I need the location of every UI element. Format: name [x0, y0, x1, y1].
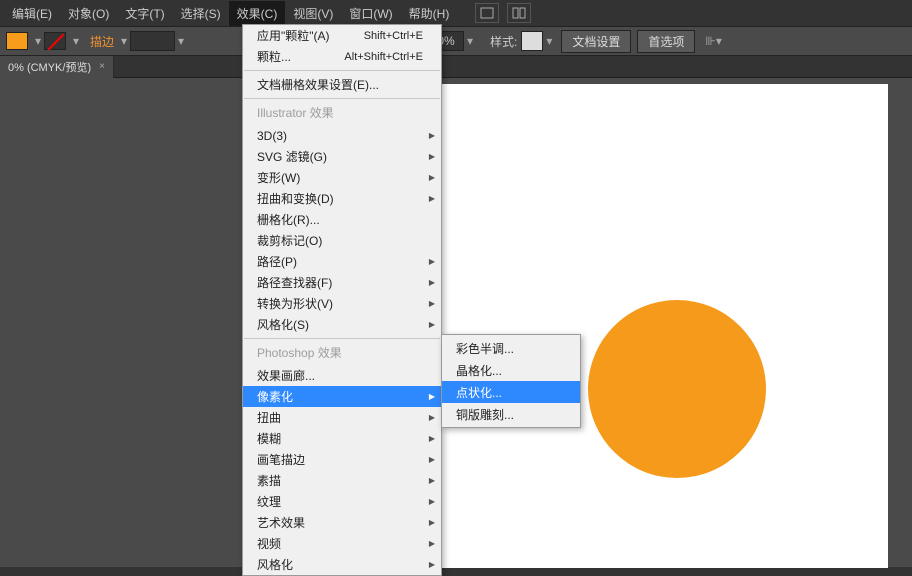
menu-pixelate[interactable]: 像素化 [243, 386, 441, 407]
prefs-button[interactable]: 首选项 [637, 30, 695, 53]
menu-separator [244, 70, 440, 71]
stroke-weight-field[interactable] [130, 31, 175, 51]
tab-title: 0% (CMYK/预览) [8, 59, 91, 75]
menu-edit[interactable]: 编辑(E) [4, 1, 60, 26]
style-label: 样式: [490, 33, 517, 50]
doc-icon[interactable] [475, 3, 499, 23]
menu-select[interactable]: 选择(S) [173, 1, 229, 26]
stroke-swatch[interactable] [44, 32, 66, 50]
menu-doc-raster[interactable]: 文档栅格效果设置(E)... [243, 74, 441, 95]
submenu-color-halftone[interactable]: 彩色半调... [442, 337, 580, 359]
menu-path[interactable]: 路径(P) [243, 251, 441, 272]
menu-svg-filters[interactable]: SVG 滤镜(G) [243, 146, 441, 167]
style-dd-icon[interactable]: ▾ [543, 34, 555, 48]
menu-effect[interactable]: 效果(C) [229, 1, 286, 26]
menu-last-effect-shortcut: Alt+Shift+Ctrl+E [344, 51, 423, 63]
menu-separator [244, 338, 440, 339]
stroke-weight-dd-icon[interactable]: ▾ [175, 34, 187, 48]
menu-help[interactable]: 帮助(H) [401, 1, 458, 26]
control-bar: ▾ ▾ 描边 ▾ ▾ 不透明度 100% ▾ 样式: ▾ 文档设置 首选项 ⊪▾ [0, 26, 912, 56]
menu-rasterize[interactable]: 栅格化(R)... [243, 209, 441, 230]
fill-swatch[interactable] [6, 32, 28, 50]
effect-menu-dropdown: 应用"颗粒"(A) Shift+Ctrl+E 颗粒... Alt+Shift+C… [242, 24, 442, 576]
menu-artistic[interactable]: 艺术效果 [243, 512, 441, 533]
menu-separator [244, 98, 440, 99]
workspace [0, 78, 912, 567]
arrange-icon[interactable] [507, 3, 531, 23]
tab-close-icon[interactable]: × [99, 61, 105, 72]
menu-object[interactable]: 对象(O) [60, 1, 117, 26]
menu-3d[interactable]: 3D(3) [243, 125, 441, 146]
fill-dropdown-icon[interactable]: ▾ [32, 34, 44, 48]
menu-crop-marks[interactable]: 裁剪标记(O) [243, 230, 441, 251]
menu-apply-last[interactable]: 应用"颗粒"(A) Shift+Ctrl+E [243, 25, 441, 46]
menu-brush-strokes[interactable]: 画笔描边 [243, 449, 441, 470]
menu-type[interactable]: 文字(T) [117, 1, 172, 26]
menu-sketch[interactable]: 素描 [243, 470, 441, 491]
menu-last-effect-label: 颗粒... [257, 48, 291, 65]
menu-distort-transform[interactable]: 扭曲和变换(D) [243, 188, 441, 209]
submenu-crystallize[interactable]: 晶格化... [442, 359, 580, 381]
align-icon[interactable]: ⊪▾ [705, 34, 721, 48]
menu-header-illustrator: Illustrator 效果 [243, 102, 441, 125]
doc-setup-button[interactable]: 文档设置 [561, 30, 631, 53]
menu-apply-last-label: 应用"颗粒"(A) [257, 27, 330, 44]
menu-window[interactable]: 窗口(W) [341, 1, 400, 26]
style-swatch[interactable] [521, 31, 543, 51]
tab-bar: 0% (CMYK/预览) × [0, 56, 912, 78]
document-tab[interactable]: 0% (CMYK/预览) × [0, 56, 114, 78]
menu-pathfinder[interactable]: 路径查找器(F) [243, 272, 441, 293]
stroke-panel-icon[interactable]: ▾ [118, 34, 130, 48]
pixelate-submenu: 彩色半调... 晶格化... 点状化... 铜版雕刻... [441, 334, 581, 428]
stroke-dropdown-icon[interactable]: ▾ [70, 34, 82, 48]
menu-warp[interactable]: 变形(W) [243, 167, 441, 188]
menu-apply-last-shortcut: Shift+Ctrl+E [364, 30, 423, 42]
menu-last-effect[interactable]: 颗粒... Alt+Shift+Ctrl+E [243, 46, 441, 67]
menu-view[interactable]: 视图(V) [285, 1, 341, 26]
orange-circle-shape[interactable] [588, 300, 766, 478]
stroke-label: 描边 [90, 33, 114, 50]
opacity-dd-icon[interactable]: ▾ [464, 34, 476, 48]
submenu-pointillize[interactable]: 点状化... [442, 381, 580, 403]
menu-texture[interactable]: 纹理 [243, 491, 441, 512]
menu-video[interactable]: 视频 [243, 533, 441, 554]
menu-stylize-ai[interactable]: 风格化(S) [243, 314, 441, 335]
menu-stylize-ps[interactable]: 风格化 [243, 554, 441, 575]
menu-convert-shape[interactable]: 转换为形状(V) [243, 293, 441, 314]
menu-distort[interactable]: 扭曲 [243, 407, 441, 428]
menubar: 编辑(E) 对象(O) 文字(T) 选择(S) 效果(C) 视图(V) 窗口(W… [0, 0, 912, 26]
menu-blur[interactable]: 模糊 [243, 428, 441, 449]
menu-effect-gallery[interactable]: 效果画廊... [243, 365, 441, 386]
menu-header-photoshop: Photoshop 效果 [243, 342, 441, 365]
submenu-mezzotint[interactable]: 铜版雕刻... [442, 403, 580, 425]
